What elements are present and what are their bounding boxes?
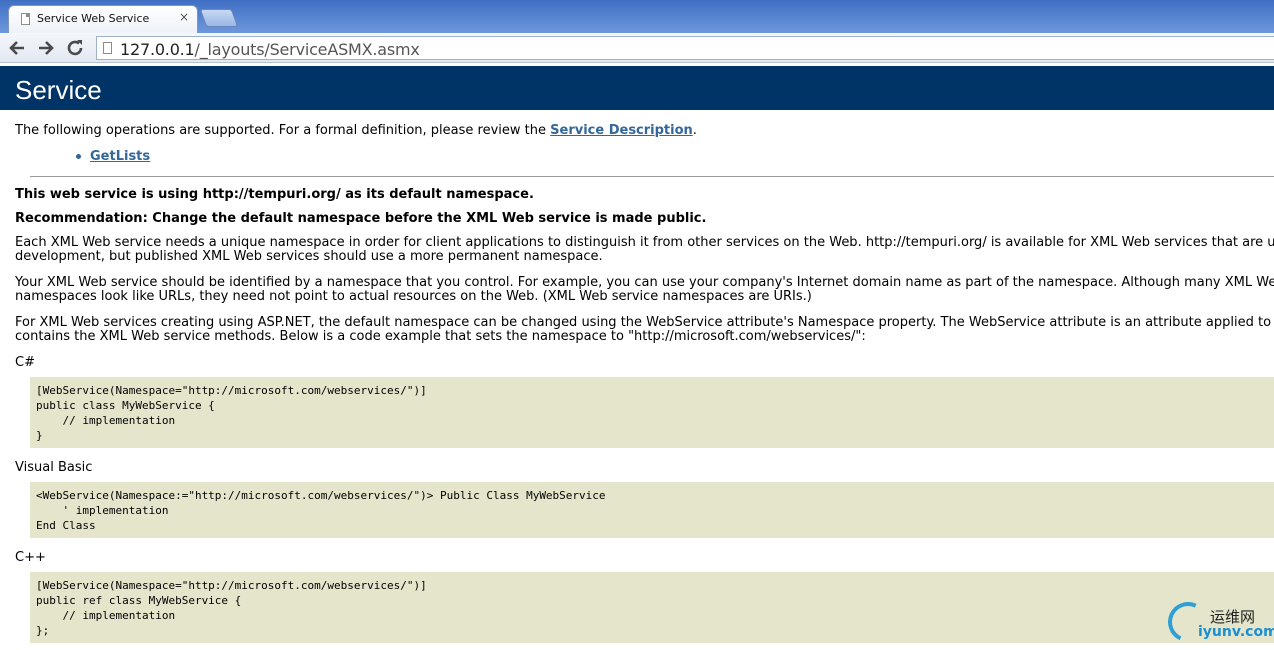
back-icon[interactable] (6, 37, 28, 59)
operation-link-getlists[interactable]: GetLists (90, 149, 150, 164)
intro-text: The following operations are supported. … (15, 123, 697, 138)
recommendation: Recommendation: Change the default names… (15, 211, 707, 226)
service-description-link[interactable]: Service Description (550, 123, 693, 138)
reload-icon[interactable] (64, 37, 86, 59)
vb-code-block: <WebService(Namespace:="http://microsoft… (30, 482, 1274, 538)
cpp-code-block: [WebService(Namespace="http://microsoft.… (30, 572, 1274, 643)
new-tab-button[interactable] (199, 9, 239, 27)
page-content: Service The following operations are sup… (0, 66, 1274, 650)
csharp-label: C# (15, 355, 35, 370)
tab-strip: Service Web Service × (0, 0, 1274, 33)
csharp-code-block: [WebService(Namespace="http://microsoft.… (30, 377, 1274, 448)
url-text[interactable]: 127.0.0.1/_layouts/ServiceASMX.asmx (120, 40, 420, 59)
paragraph-2-line-2: namespaces look like URLs, they need not… (15, 289, 812, 304)
page-banner: Service (0, 66, 1274, 110)
namespace-notice: This web service is using http://tempuri… (15, 187, 534, 202)
tab-title: Service Web Service (37, 12, 150, 25)
paragraph-1-line-1: Each XML Web service needs a unique name… (15, 235, 1274, 250)
close-tab-icon[interactable]: × (179, 10, 189, 24)
cpp-label: C++ (15, 550, 46, 565)
vb-label: Visual Basic (15, 460, 93, 475)
paragraph-3-line-2: contains the XML Web service methods. Be… (15, 329, 866, 344)
page-icon (103, 42, 112, 54)
paragraph-2-line-1: Your XML Web service should be identifie… (15, 275, 1274, 290)
divider (30, 176, 1274, 177)
page-title: Service (15, 75, 102, 105)
watermark-en: iyunv.com (1198, 624, 1274, 640)
browser-toolbar: 127.0.0.1/_layouts/ServiceASMX.asmx (0, 33, 1274, 63)
page-icon (21, 13, 30, 25)
bullet-icon (76, 154, 81, 159)
browser-tab[interactable]: Service Web Service × (8, 5, 198, 33)
address-bar[interactable]: 127.0.0.1/_layouts/ServiceASMX.asmx (96, 36, 1274, 60)
forward-icon[interactable] (35, 37, 57, 59)
paragraph-3-line-1: For XML Web services creating using ASP.… (15, 315, 1274, 330)
watermark-logo: 运维网 iyunv.com (1162, 596, 1274, 648)
paragraph-1-line-2: development, but published XML Web servi… (15, 249, 603, 264)
